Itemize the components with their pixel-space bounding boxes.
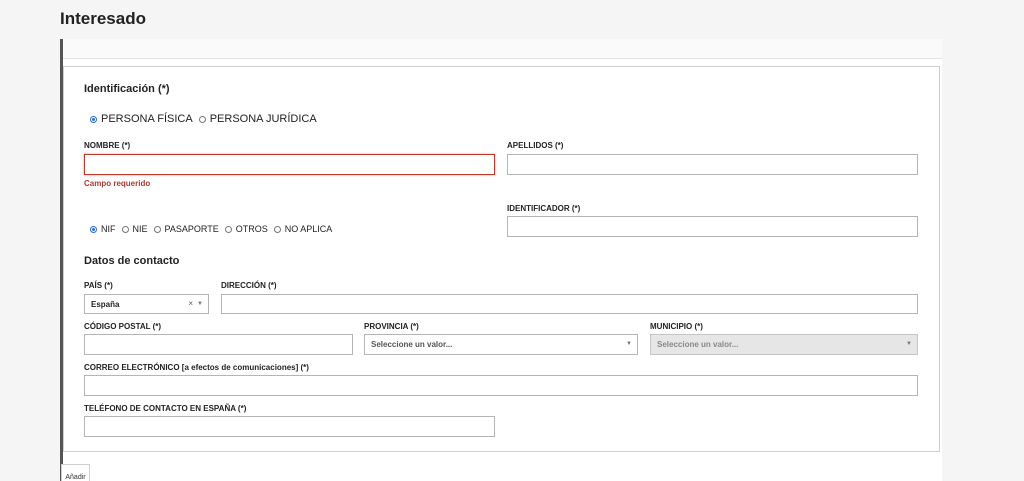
persona-type-radios: PERSONA FÍSICA PERSONA JURÍDICA [90, 113, 323, 125]
radio-otros-label[interactable]: OTROS [236, 224, 268, 234]
telefono-label: TELÉFONO DE CONTACTO EN ESPAÑA (*) [84, 404, 247, 413]
radio-persona-fisica-label[interactable]: PERSONA FÍSICA [101, 113, 193, 125]
radio-persona-juridica-label[interactable]: PERSONA JURÍDICA [210, 113, 317, 125]
document-type-radios: NIF NIE PASAPORTE OTROS NO APLICA [90, 224, 338, 234]
provincia-placeholder: Seleccione un valor... [371, 340, 453, 349]
nombre-input[interactable] [84, 154, 495, 175]
radio-pasaporte-label[interactable]: PASAPORTE [165, 224, 219, 234]
radio-persona-fisica[interactable] [90, 115, 97, 123]
radio-no-aplica[interactable] [273, 225, 281, 233]
correo-label: CORREO ELECTRÓNICO [a efectos de comunic… [84, 363, 309, 372]
provincia-label: PROVINCIA (*) [364, 322, 419, 331]
chevron-down-icon: ▼ [626, 341, 632, 347]
add-button[interactable]: Añadir [61, 464, 90, 481]
radio-persona-juridica[interactable] [198, 115, 206, 123]
radio-no-aplica-label[interactable]: NO APLICA [285, 224, 333, 234]
codigo-postal-input[interactable] [84, 334, 353, 355]
contacto-heading: Datos de contacto [84, 255, 180, 267]
radio-otros[interactable] [224, 225, 232, 233]
panel-header-strip [63, 39, 942, 59]
direccion-label: DIRECCIÓN (*) [221, 281, 277, 290]
apellidos-input[interactable] [507, 154, 918, 175]
nombre-label: NOMBRE (*) [84, 141, 131, 150]
codigo-postal-label: CÓDIGO POSTAL (*) [84, 322, 162, 331]
pais-selected-value: España [91, 300, 120, 309]
municipio-label: MUNICIPIO (*) [650, 322, 703, 331]
chevron-down-icon: ▼ [197, 301, 203, 307]
radio-nif[interactable] [90, 225, 97, 233]
municipio-placeholder: Seleccione un valor... [657, 340, 739, 349]
identificador-input[interactable] [507, 216, 918, 237]
page-title: Interesado [60, 9, 146, 28]
direccion-input[interactable] [221, 294, 918, 314]
radio-nif-label[interactable]: NIF [101, 224, 116, 234]
apellidos-label: APELLIDOS (*) [507, 141, 564, 150]
radio-nie[interactable] [121, 225, 129, 233]
telefono-input[interactable] [84, 416, 495, 437]
clear-icon[interactable]: × [188, 299, 193, 308]
provincia-select[interactable]: Seleccione un valor... ▼ [364, 334, 638, 355]
pais-label: PAÍS (*) [84, 281, 113, 290]
identificador-label: IDENTIFICADOR (*) [507, 204, 581, 213]
radio-nie-label[interactable]: NIE [133, 224, 148, 234]
identificacion-heading: Identificación (*) [84, 83, 170, 95]
nombre-error-message: Campo requerido [84, 179, 151, 188]
chevron-down-icon: ▼ [906, 341, 912, 347]
municipio-select: Seleccione un valor... ▼ [650, 334, 918, 355]
correo-input[interactable] [84, 375, 918, 396]
pais-select[interactable]: España × ▼ [84, 294, 209, 314]
radio-pasaporte[interactable] [153, 225, 161, 233]
